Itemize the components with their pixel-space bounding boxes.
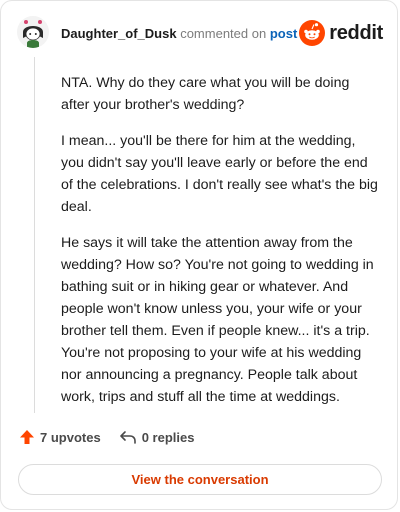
comment-paragraph: He says it will take the attention away … [61, 235, 374, 405]
snoo-avatar-icon [17, 16, 49, 48]
upvote-button[interactable]: 7 upvotes [19, 429, 101, 445]
comment-paragraph: NTA. Why do they care what you will be d… [61, 75, 350, 113]
comment-actions: 7 upvotes 0 replies [19, 429, 194, 445]
post-link[interactable]: post [270, 26, 297, 41]
comment-card: Daughter_of_Dusk commented on post reddi… [0, 0, 398, 510]
view-conversation-button[interactable]: View the conversation [18, 464, 382, 495]
brand-wordmark: reddit [329, 22, 383, 44]
comment-body: NTA. Why do they care what you will be d… [61, 72, 379, 422]
reply-count: 0 replies [141, 429, 195, 445]
comment-paragraph: I mean... you'll be there for him at the… [61, 133, 378, 215]
reddit-logo-icon [299, 20, 326, 46]
replies-button[interactable]: 0 replies [119, 429, 195, 445]
reply-arrow-icon [119, 431, 136, 444]
upvote-arrow-icon [20, 430, 34, 444]
user-avatar[interactable] [17, 16, 49, 48]
comment-header: Daughter_of_Dusk commented on post [61, 26, 297, 42]
reddit-brand[interactable]: reddit [299, 20, 383, 46]
thread-line [34, 57, 35, 413]
upvote-count: 7 upvotes [40, 429, 101, 445]
username[interactable]: Daughter_of_Dusk [61, 26, 177, 41]
action-text: commented on [180, 26, 267, 41]
